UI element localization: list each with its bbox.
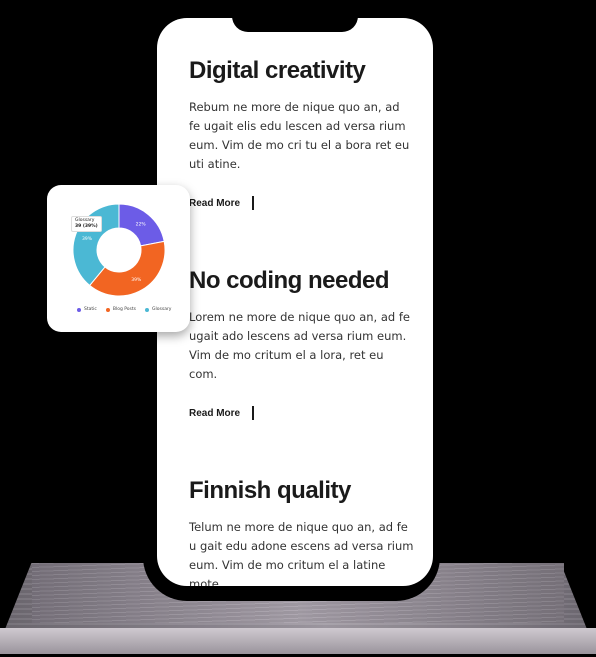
legend-swatch (145, 307, 150, 312)
section-body: Rebum ne more de nique quo an, ad fe uga… (189, 100, 410, 171)
section-finnish-quality: Finnish quality Telum ne more de nique q… (189, 476, 414, 586)
legend-label: Static (84, 307, 97, 312)
phone-screen: Digital creativity Rebum ne more de niqu… (157, 18, 433, 586)
slice-label: 22% (136, 221, 147, 227)
legend-swatch (105, 307, 110, 312)
legend-item[interactable]: Blog Posts (105, 307, 137, 312)
slice-label: 39% (131, 277, 142, 283)
chart-card: 22% 39% 39% Glossary 39 (39%) Static Blog P… (47, 185, 190, 332)
legend-label: Blog Posts (112, 307, 137, 312)
read-more-label: Read More (189, 197, 241, 209)
section-digital-creativity: Digital creativity Rebum ne more de niqu… (189, 56, 414, 174)
section-body: Telum ne more de nique quo an, ad fe u g… (189, 520, 414, 586)
text-cursor (252, 196, 255, 210)
chart-legend: Static Blog Posts Glossary (77, 307, 171, 312)
legend-swatch (77, 307, 81, 312)
read-more-link[interactable]: Read More (189, 196, 255, 210)
pedestal-front (0, 628, 596, 654)
phone-notch (232, 10, 358, 32)
section-title: Digital creativity (189, 57, 366, 84)
legend-item[interactable]: Glossary (145, 307, 171, 312)
section-title: Finnish quality (189, 477, 351, 504)
section-title: No coding needed (189, 267, 390, 294)
tooltip-value: 39 (39%) (75, 224, 98, 229)
text-cursor (252, 406, 255, 420)
chart-tooltip: Glossary 39 (39%) (71, 216, 102, 232)
section-no-coding-needed: No coding needed Lorem ne more de nique … (189, 266, 414, 384)
donut-chart: 22% 39% 39% (72, 203, 166, 297)
slice-label: 39% (82, 236, 93, 242)
read-more-label: Read More (189, 407, 241, 419)
legend-item[interactable]: Static (77, 307, 97, 312)
section-body: Lorem ne more de nique quo an, ad fe uga… (189, 310, 410, 381)
legend-label: Glossary (152, 307, 172, 312)
read-more-link[interactable]: Read More (189, 406, 255, 420)
